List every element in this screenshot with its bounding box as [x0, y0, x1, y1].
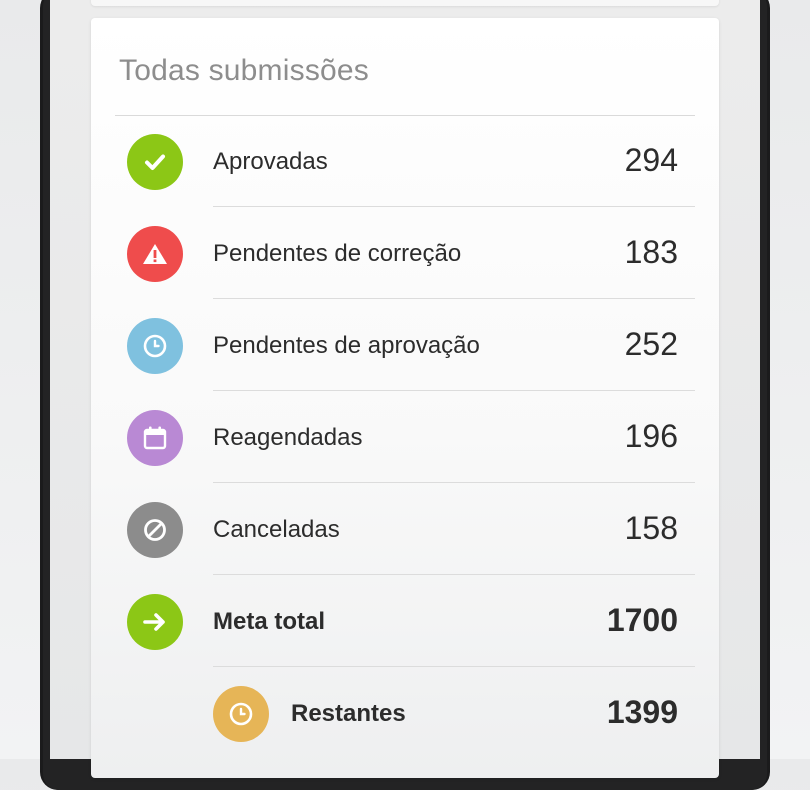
row-label: Canceladas	[213, 516, 340, 543]
row-count: 252	[624, 326, 678, 362]
row-label: Pendentes de aprovação	[213, 332, 480, 359]
cancel-icon	[127, 502, 183, 558]
submissions-card: Todas submissões Aprovadas 294 Pendentes…	[91, 18, 719, 778]
screen: Todas submissões Aprovadas 294 Pendentes…	[50, 0, 760, 778]
row-count: 196	[624, 418, 678, 454]
row-count: 1399	[606, 694, 678, 730]
row-divider	[213, 482, 695, 483]
row-aprovadas[interactable]: Aprovadas 294	[91, 116, 719, 208]
row-meta-total[interactable]: Meta total 1700	[91, 576, 719, 668]
row-restantes[interactable]: Restantes 1399	[91, 668, 719, 760]
row-label: Reagendadas	[213, 424, 363, 451]
row-divider	[213, 206, 695, 207]
row-label: Meta total	[213, 608, 326, 635]
previous-card	[91, 0, 719, 6]
calendar-icon	[127, 410, 183, 466]
arrow-right-icon	[127, 594, 183, 650]
row-count: 183	[624, 234, 678, 270]
row-pendentes-correcao[interactable]: Pendentes de correção 183	[91, 208, 719, 300]
row-divider	[213, 390, 695, 391]
row-label: Aprovadas	[213, 148, 328, 175]
row-pendentes-aprovacao[interactable]: Pendentes de aprovação 252	[91, 300, 719, 392]
clock-icon	[213, 686, 269, 742]
card-title: Todas submissões	[119, 54, 369, 87]
row-count: 158	[624, 510, 678, 546]
row-reagendadas[interactable]: Reagendadas 196	[91, 392, 719, 484]
row-divider	[213, 574, 695, 575]
row-label: Restantes	[291, 700, 406, 727]
clock-icon	[127, 318, 183, 374]
row-count: 294	[624, 142, 678, 178]
warning-icon	[127, 226, 183, 282]
check-icon	[127, 134, 183, 190]
row-label: Pendentes de correção	[213, 240, 462, 267]
row-count: 1700	[606, 602, 678, 638]
row-canceladas[interactable]: Canceladas 158	[91, 484, 719, 576]
row-divider	[213, 666, 695, 667]
row-divider	[213, 298, 695, 299]
